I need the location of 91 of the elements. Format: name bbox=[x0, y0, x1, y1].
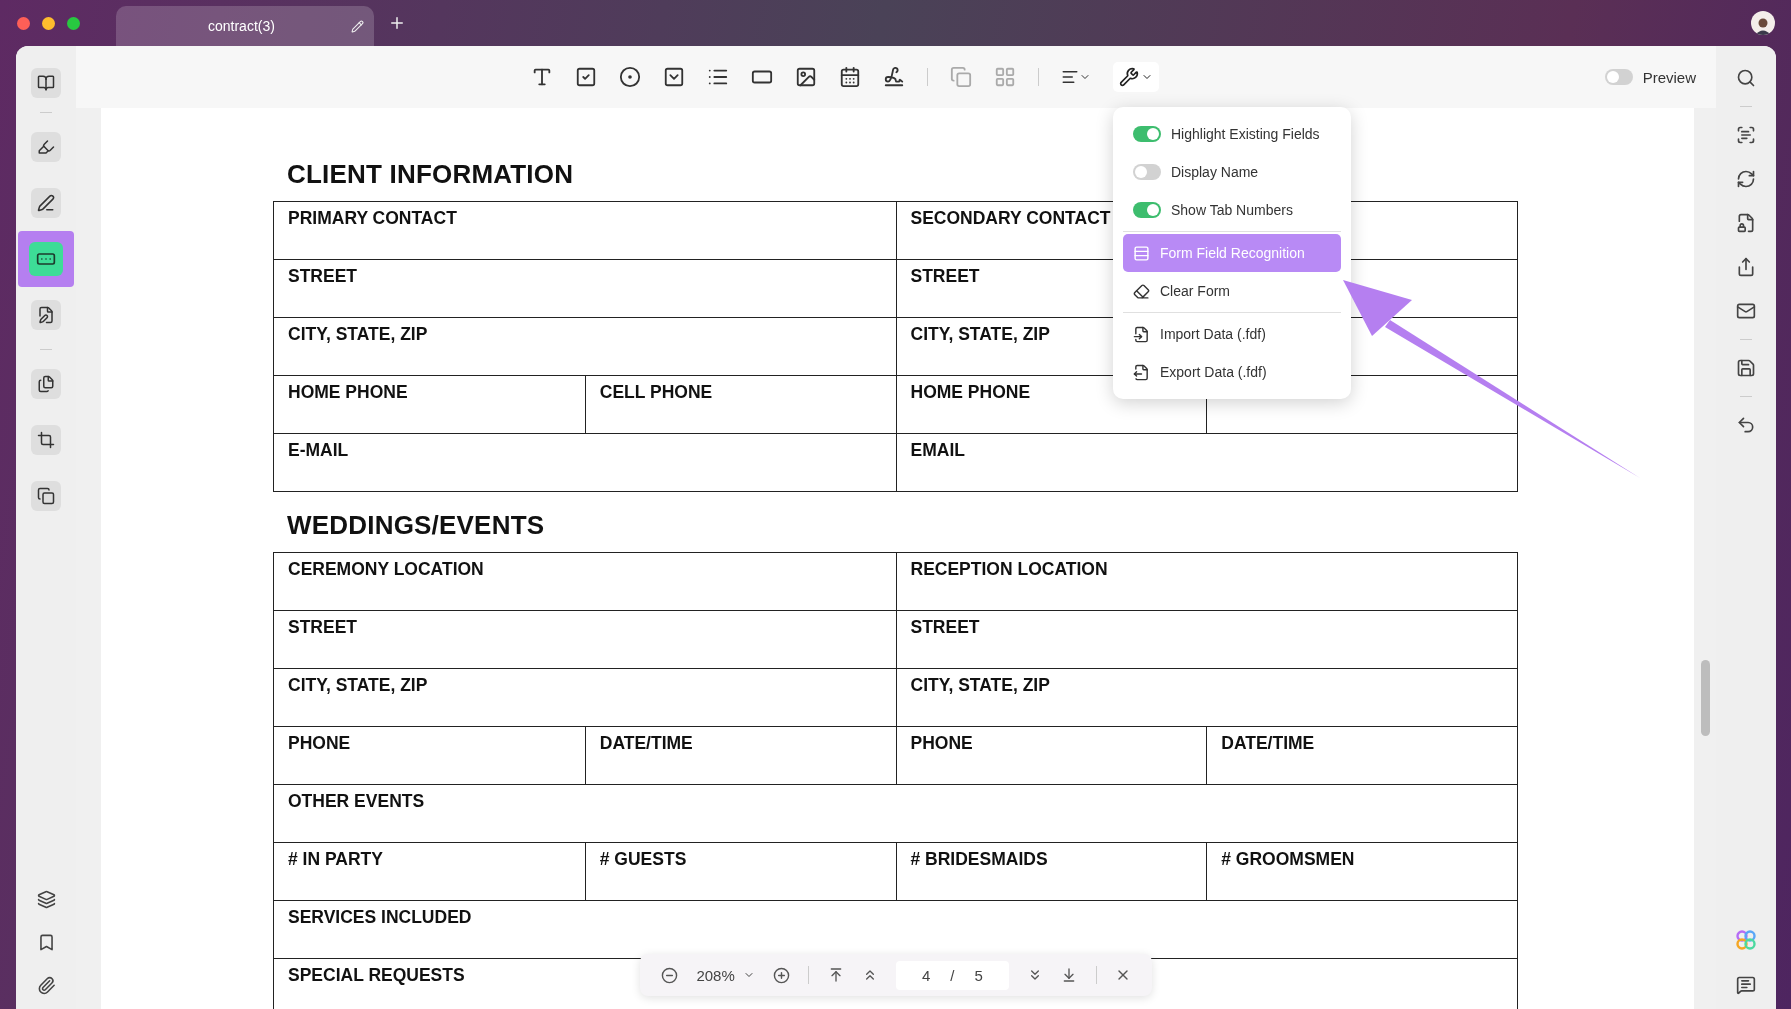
field-label: CITY, STATE, ZIP bbox=[910, 324, 1050, 344]
crop-icon[interactable] bbox=[31, 425, 61, 455]
text-field-icon[interactable] bbox=[531, 66, 553, 88]
copy-icon[interactable] bbox=[31, 481, 61, 511]
book-icon[interactable] bbox=[31, 68, 61, 98]
highlighter-icon[interactable] bbox=[31, 132, 61, 162]
option-label: Show Tab Numbers bbox=[1171, 202, 1293, 218]
menu-item[interactable]: Clear Form bbox=[1123, 272, 1341, 310]
form-icon[interactable] bbox=[18, 231, 74, 287]
radio-button-icon[interactable] bbox=[619, 66, 641, 88]
save-icon[interactable] bbox=[1736, 358, 1756, 378]
field-label: # IN PARTY bbox=[288, 849, 383, 869]
search-icon[interactable] bbox=[1736, 68, 1756, 88]
field-label: PRIMARY CONTACT bbox=[288, 208, 457, 228]
option-toggle[interactable] bbox=[1133, 202, 1161, 218]
menu-item[interactable]: Export Data (.fdf) bbox=[1123, 353, 1341, 391]
pen-icon[interactable] bbox=[31, 188, 61, 218]
field-label: STREET bbox=[910, 266, 980, 286]
field-label: CITY, STATE, ZIP bbox=[288, 324, 428, 344]
field-label: CELL PHONE bbox=[599, 382, 713, 402]
minimize-button[interactable] bbox=[42, 16, 55, 30]
field-label: HOME PHONE bbox=[288, 382, 408, 402]
calendar-icon[interactable] bbox=[839, 66, 861, 88]
preview-toggle[interactable] bbox=[1604, 69, 1633, 85]
field-label: DATE/TIME bbox=[1221, 733, 1315, 753]
signature-icon[interactable] bbox=[883, 66, 905, 88]
ocr-icon[interactable] bbox=[1736, 125, 1756, 145]
field-label: HOME PHONE bbox=[910, 382, 1031, 402]
file-lock-icon[interactable] bbox=[1736, 213, 1756, 233]
field-label: STREET bbox=[288, 266, 358, 286]
layers-icon[interactable] bbox=[36, 890, 56, 909]
zoom-in-icon[interactable] bbox=[773, 966, 790, 984]
field-label: STREET bbox=[288, 617, 358, 637]
file-import-icon bbox=[1133, 325, 1150, 343]
field-label: DATE/TIME bbox=[599, 733, 693, 753]
image-icon[interactable] bbox=[795, 66, 817, 88]
field-label: SECONDARY CONTACT bbox=[910, 208, 1111, 228]
section-title: WEDDINGS/EVENTS bbox=[287, 510, 545, 542]
field-label: # BRIDESMAIDS bbox=[910, 849, 1048, 869]
tab-title: contract(3) bbox=[208, 18, 275, 34]
paperclip-icon[interactable] bbox=[36, 976, 56, 995]
total-pages: 5 bbox=[974, 966, 983, 984]
page-separator: / bbox=[950, 966, 955, 984]
wrench-icon bbox=[1119, 67, 1139, 87]
field-label: OTHER EVENTS bbox=[288, 791, 425, 811]
pencil-icon[interactable] bbox=[351, 19, 364, 33]
menu-item[interactable]: Import Data (.fdf) bbox=[1123, 315, 1341, 353]
list-icon bbox=[1133, 244, 1150, 262]
maximize-button[interactable] bbox=[67, 16, 80, 30]
new-tab-icon[interactable] bbox=[388, 14, 406, 32]
undo-icon[interactable] bbox=[1736, 415, 1756, 435]
document-tab[interactable]: contract(3) bbox=[116, 6, 374, 46]
preview-label: Preview bbox=[1642, 68, 1696, 86]
flower-icon[interactable] bbox=[1735, 929, 1757, 951]
align-icon[interactable] bbox=[1061, 68, 1091, 86]
current-page: 4 bbox=[922, 966, 931, 984]
eraser-icon bbox=[1133, 282, 1150, 300]
option-toggle[interactable] bbox=[1133, 126, 1161, 142]
zoom-dropdown[interactable]: 208% bbox=[696, 966, 755, 984]
comment-icon[interactable] bbox=[1736, 975, 1756, 995]
option-label: Highlight Existing Fields bbox=[1171, 126, 1320, 142]
scrollbar[interactable] bbox=[1700, 660, 1710, 736]
option-toggle[interactable] bbox=[1133, 164, 1161, 180]
field-label: RECEPTION LOCATION bbox=[910, 559, 1108, 579]
field-label: SERVICES INCLUDED bbox=[288, 907, 472, 927]
zoom-out-icon[interactable] bbox=[661, 966, 679, 984]
field-label: E-MAIL bbox=[288, 440, 349, 460]
field-label: CITY, STATE, ZIP bbox=[288, 675, 428, 695]
checkbox-icon[interactable] bbox=[575, 66, 597, 88]
field-label: PHONE bbox=[910, 733, 973, 753]
close-button[interactable] bbox=[17, 16, 30, 30]
section-title: CLIENT INFORMATION bbox=[287, 159, 574, 191]
page-number-field[interactable]: 4 / 5 bbox=[896, 960, 1009, 990]
field-label: SPECIAL REQUESTS bbox=[288, 965, 465, 985]
document-pen-icon[interactable] bbox=[31, 300, 61, 330]
mail-icon[interactable] bbox=[1736, 301, 1756, 321]
field-label: STREET bbox=[910, 617, 980, 637]
field-label: # GROOMSMEN bbox=[1221, 849, 1355, 869]
form-tools-button[interactable] bbox=[1113, 62, 1159, 92]
field-label: EMAIL bbox=[910, 440, 965, 460]
avatar-icon[interactable] bbox=[1751, 11, 1775, 35]
field-label: CEREMONY LOCATION bbox=[288, 559, 484, 579]
field-label: PHONE bbox=[288, 733, 351, 753]
documents-icon[interactable] bbox=[31, 369, 61, 399]
option-label: Display Name bbox=[1171, 164, 1259, 180]
file-export-icon bbox=[1133, 363, 1150, 381]
share-icon[interactable] bbox=[1736, 257, 1756, 277]
field-label: CITY, STATE, ZIP bbox=[910, 675, 1050, 695]
dropdown-icon[interactable] bbox=[663, 66, 685, 88]
field-label: # GUESTS bbox=[599, 849, 687, 869]
convert-icon[interactable] bbox=[1736, 169, 1756, 189]
